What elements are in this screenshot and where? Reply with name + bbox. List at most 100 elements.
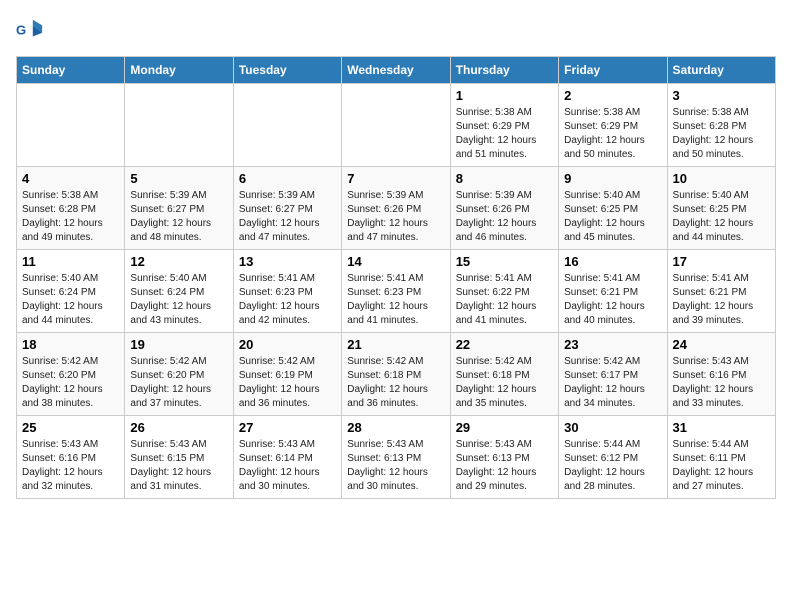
calendar-cell bbox=[342, 84, 450, 167]
calendar-cell: 25 Sunrise: 5:43 AM Sunset: 6:16 PM Dayli… bbox=[17, 416, 125, 499]
calendar-cell: 22Sunrise: 5:42 AM Sunset: 6:18 PM Dayli… bbox=[450, 333, 558, 416]
calendar-cell: 26Sunrise: 5:43 AM Sunset: 6:15 PM Dayli… bbox=[125, 416, 233, 499]
day-number: 14 bbox=[347, 254, 444, 269]
day-number: 25 bbox=[22, 420, 119, 435]
day-info: Sunrise: 5:43 AM Sunset: 6:16 PM Dayligh… bbox=[22, 438, 119, 494]
day-info: Sunrise: 5:39 AM Sunset: 6:26 PM Dayligh… bbox=[456, 189, 553, 245]
calendar-cell bbox=[17, 84, 125, 167]
calendar-cell: 1Sunrise: 5:38 AM Sunset: 6:29 PM Daylig… bbox=[450, 84, 558, 167]
calendar-week-row: 11 Sunrise: 5:40 AM Sunset: 6:24 PM Dayli… bbox=[17, 250, 776, 333]
day-number: 7 bbox=[347, 171, 444, 186]
day-number: 8 bbox=[456, 171, 553, 186]
day-number: 4 bbox=[22, 171, 119, 186]
calendar-cell: 10 Sunrise: 5:40 AM Sunset: 6:25 PM Dayli… bbox=[667, 167, 775, 250]
calendar-week-row: 4 Sunrise: 5:38 AM Sunset: 6:28 PM Daylig… bbox=[17, 167, 776, 250]
day-info: Sunrise: 5:41 AM Sunset: 6:21 PM Dayligh… bbox=[673, 272, 770, 328]
day-number: 11 bbox=[22, 254, 119, 269]
calendar-week-row: 18 Sunrise: 5:42 AM Sunset: 6:20 PM Dayli… bbox=[17, 333, 776, 416]
page-header: G bbox=[16, 16, 776, 44]
day-number: 10 bbox=[673, 171, 770, 186]
day-info: Sunrise: 5:39 AM Sunset: 6:27 PM Dayligh… bbox=[239, 189, 336, 245]
calendar-cell: 16Sunrise: 5:41 AM Sunset: 6:21 PM Dayli… bbox=[559, 250, 667, 333]
day-number: 3 bbox=[673, 88, 770, 103]
day-info: Sunrise: 5:40 AM Sunset: 6:25 PM Dayligh… bbox=[564, 189, 661, 245]
day-number: 5 bbox=[130, 171, 227, 186]
day-number: 20 bbox=[239, 337, 336, 352]
calendar-cell: 12Sunrise: 5:40 AM Sunset: 6:24 PM Dayli… bbox=[125, 250, 233, 333]
day-number: 30 bbox=[564, 420, 661, 435]
calendar-cell: 28 Sunrise: 5:43 AM Sunset: 6:13 PM Dayli… bbox=[342, 416, 450, 499]
logo-icon: G bbox=[16, 16, 44, 44]
day-number: 13 bbox=[239, 254, 336, 269]
day-number: 27 bbox=[239, 420, 336, 435]
day-header-saturday: Saturday bbox=[667, 57, 775, 84]
day-info: Sunrise: 5:42 AM Sunset: 6:18 PM Dayligh… bbox=[456, 355, 553, 411]
day-header-thursday: Thursday bbox=[450, 57, 558, 84]
day-number: 24 bbox=[673, 337, 770, 352]
logo: G bbox=[16, 16, 48, 44]
day-info: Sunrise: 5:43 AM Sunset: 6:16 PM Dayligh… bbox=[673, 355, 770, 411]
calendar-cell: 31Sunrise: 5:44 AM Sunset: 6:11 PM Dayli… bbox=[667, 416, 775, 499]
calendar-cell: 7 Sunrise: 5:39 AM Sunset: 6:26 PM Daylig… bbox=[342, 167, 450, 250]
day-info: Sunrise: 5:39 AM Sunset: 6:26 PM Dayligh… bbox=[347, 189, 444, 245]
day-number: 16 bbox=[564, 254, 661, 269]
day-info: Sunrise: 5:39 AM Sunset: 6:27 PM Dayligh… bbox=[130, 189, 227, 245]
day-info: Sunrise: 5:38 AM Sunset: 6:28 PM Dayligh… bbox=[22, 189, 119, 245]
calendar-cell: 13 Sunrise: 5:41 AM Sunset: 6:23 PM Dayli… bbox=[233, 250, 341, 333]
calendar-cell: 9 Sunrise: 5:40 AM Sunset: 6:25 PM Daylig… bbox=[559, 167, 667, 250]
day-info: Sunrise: 5:38 AM Sunset: 6:29 PM Dayligh… bbox=[456, 106, 553, 162]
calendar-cell: 6 Sunrise: 5:39 AM Sunset: 6:27 PM Daylig… bbox=[233, 167, 341, 250]
day-info: Sunrise: 5:42 AM Sunset: 6:20 PM Dayligh… bbox=[22, 355, 119, 411]
day-info: Sunrise: 5:43 AM Sunset: 6:13 PM Dayligh… bbox=[456, 438, 553, 494]
day-number: 29 bbox=[456, 420, 553, 435]
calendar-cell bbox=[233, 84, 341, 167]
calendar-cell: 2 Sunrise: 5:38 AM Sunset: 6:29 PM Daylig… bbox=[559, 84, 667, 167]
calendar-cell: 3Sunrise: 5:38 AM Sunset: 6:28 PM Daylig… bbox=[667, 84, 775, 167]
calendar-cell: 11 Sunrise: 5:40 AM Sunset: 6:24 PM Dayli… bbox=[17, 250, 125, 333]
day-info: Sunrise: 5:42 AM Sunset: 6:17 PM Dayligh… bbox=[564, 355, 661, 411]
day-info: Sunrise: 5:41 AM Sunset: 6:23 PM Dayligh… bbox=[347, 272, 444, 328]
day-number: 2 bbox=[564, 88, 661, 103]
day-number: 19 bbox=[130, 337, 227, 352]
calendar-cell bbox=[125, 84, 233, 167]
day-info: Sunrise: 5:40 AM Sunset: 6:24 PM Dayligh… bbox=[22, 272, 119, 328]
calendar-cell: 4 Sunrise: 5:38 AM Sunset: 6:28 PM Daylig… bbox=[17, 167, 125, 250]
day-number: 6 bbox=[239, 171, 336, 186]
day-number: 9 bbox=[564, 171, 661, 186]
calendar-week-row: 25 Sunrise: 5:43 AM Sunset: 6:16 PM Dayli… bbox=[17, 416, 776, 499]
day-number: 23 bbox=[564, 337, 661, 352]
svg-text:G: G bbox=[16, 23, 26, 38]
calendar-cell: 21Sunrise: 5:42 AM Sunset: 6:18 PM Dayli… bbox=[342, 333, 450, 416]
calendar-header-row: SundayMondayTuesdayWednesdayThursdayFrid… bbox=[17, 57, 776, 84]
day-header-sunday: Sunday bbox=[17, 57, 125, 84]
calendar-cell: 5 Sunrise: 5:39 AM Sunset: 6:27 PM Daylig… bbox=[125, 167, 233, 250]
day-info: Sunrise: 5:43 AM Sunset: 6:13 PM Dayligh… bbox=[347, 438, 444, 494]
day-number: 28 bbox=[347, 420, 444, 435]
day-info: Sunrise: 5:44 AM Sunset: 6:12 PM Dayligh… bbox=[564, 438, 661, 494]
calendar-cell: 24 Sunrise: 5:43 AM Sunset: 6:16 PM Dayli… bbox=[667, 333, 775, 416]
calendar-cell: 30 Sunrise: 5:44 AM Sunset: 6:12 PM Dayli… bbox=[559, 416, 667, 499]
day-header-friday: Friday bbox=[559, 57, 667, 84]
day-info: Sunrise: 5:42 AM Sunset: 6:19 PM Dayligh… bbox=[239, 355, 336, 411]
day-info: Sunrise: 5:41 AM Sunset: 6:22 PM Dayligh… bbox=[456, 272, 553, 328]
calendar-cell: 19Sunrise: 5:42 AM Sunset: 6:20 PM Dayli… bbox=[125, 333, 233, 416]
day-number: 15 bbox=[456, 254, 553, 269]
calendar-week-row: 1Sunrise: 5:38 AM Sunset: 6:29 PM Daylig… bbox=[17, 84, 776, 167]
day-info: Sunrise: 5:38 AM Sunset: 6:29 PM Dayligh… bbox=[564, 106, 661, 162]
day-info: Sunrise: 5:43 AM Sunset: 6:15 PM Dayligh… bbox=[130, 438, 227, 494]
calendar-cell: 27 Sunrise: 5:43 AM Sunset: 6:14 PM Dayli… bbox=[233, 416, 341, 499]
calendar-cell: 8 Sunrise: 5:39 AM Sunset: 6:26 PM Daylig… bbox=[450, 167, 558, 250]
day-number: 12 bbox=[130, 254, 227, 269]
day-header-wednesday: Wednesday bbox=[342, 57, 450, 84]
calendar-cell: 17 Sunrise: 5:41 AM Sunset: 6:21 PM Dayli… bbox=[667, 250, 775, 333]
calendar-cell: 20 Sunrise: 5:42 AM Sunset: 6:19 PM Dayli… bbox=[233, 333, 341, 416]
day-number: 21 bbox=[347, 337, 444, 352]
day-info: Sunrise: 5:41 AM Sunset: 6:23 PM Dayligh… bbox=[239, 272, 336, 328]
day-number: 18 bbox=[22, 337, 119, 352]
day-number: 17 bbox=[673, 254, 770, 269]
day-info: Sunrise: 5:40 AM Sunset: 6:25 PM Dayligh… bbox=[673, 189, 770, 245]
day-info: Sunrise: 5:44 AM Sunset: 6:11 PM Dayligh… bbox=[673, 438, 770, 494]
day-header-tuesday: Tuesday bbox=[233, 57, 341, 84]
day-info: Sunrise: 5:43 AM Sunset: 6:14 PM Dayligh… bbox=[239, 438, 336, 494]
calendar-cell: 18 Sunrise: 5:42 AM Sunset: 6:20 PM Dayli… bbox=[17, 333, 125, 416]
